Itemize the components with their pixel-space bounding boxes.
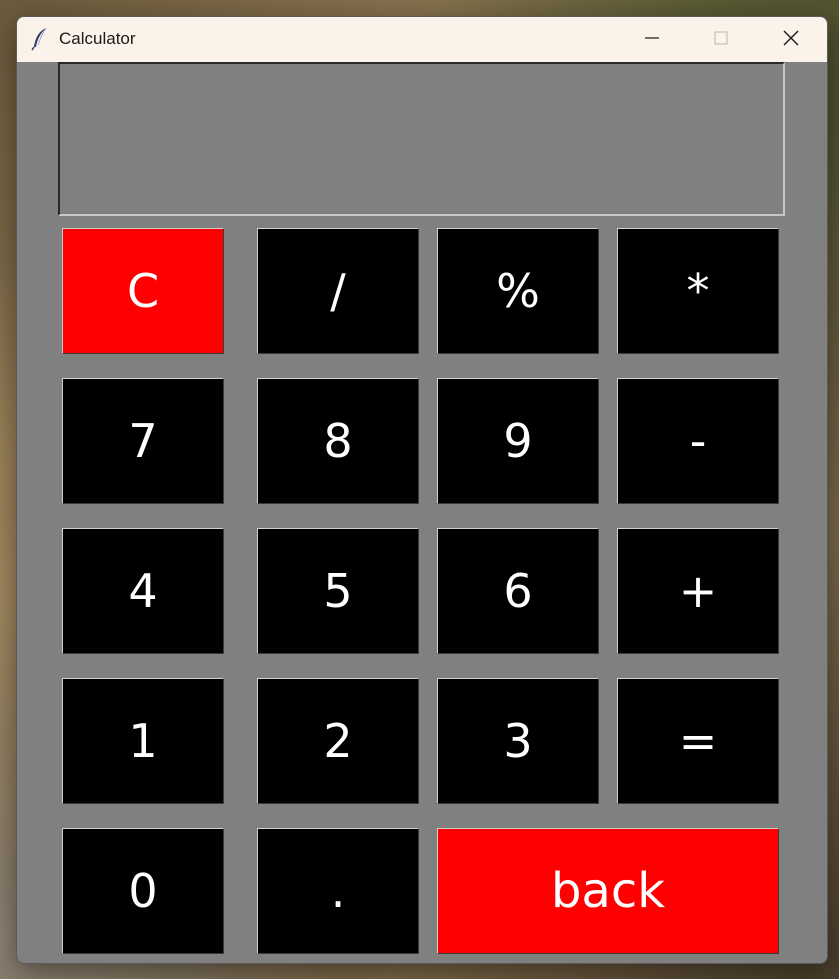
digit-8-button[interactable]: 8 [257, 378, 419, 504]
minimize-icon [644, 30, 660, 50]
digit-0-button[interactable]: 0 [62, 828, 224, 954]
multiply-button[interactable]: * [617, 228, 779, 354]
window-title: Calculator [59, 29, 136, 48]
digit-4-button[interactable]: 4 [62, 528, 224, 654]
feather-icon [31, 27, 49, 51]
back-button[interactable]: back [437, 828, 779, 954]
add-button[interactable]: + [617, 528, 779, 654]
digit-7-button[interactable]: 7 [62, 378, 224, 504]
equals-button[interactable]: = [617, 678, 779, 804]
digit-3-button[interactable]: 3 [437, 678, 599, 804]
calculator-window: Calculator C / % * 7 8 9 - 4 5 6 + 1 2 3… [16, 16, 828, 964]
subtract-button[interactable]: - [617, 378, 779, 504]
maximize-icon [713, 30, 729, 50]
digit-1-button[interactable]: 1 [62, 678, 224, 804]
divide-button[interactable]: / [257, 228, 419, 354]
minimize-button[interactable] [618, 17, 686, 62]
close-button[interactable] [757, 17, 825, 62]
digit-6-button[interactable]: 6 [437, 528, 599, 654]
percent-button[interactable]: % [437, 228, 599, 354]
clear-button[interactable]: C [62, 228, 224, 354]
calculator-display[interactable] [58, 62, 785, 216]
digit-2-button[interactable]: 2 [257, 678, 419, 804]
title-bar[interactable]: Calculator [17, 17, 827, 62]
digit-9-button[interactable]: 9 [437, 378, 599, 504]
digit-5-button[interactable]: 5 [257, 528, 419, 654]
maximize-button[interactable] [687, 17, 755, 62]
close-icon [782, 29, 800, 51]
decimal-button[interactable]: . [257, 828, 419, 954]
